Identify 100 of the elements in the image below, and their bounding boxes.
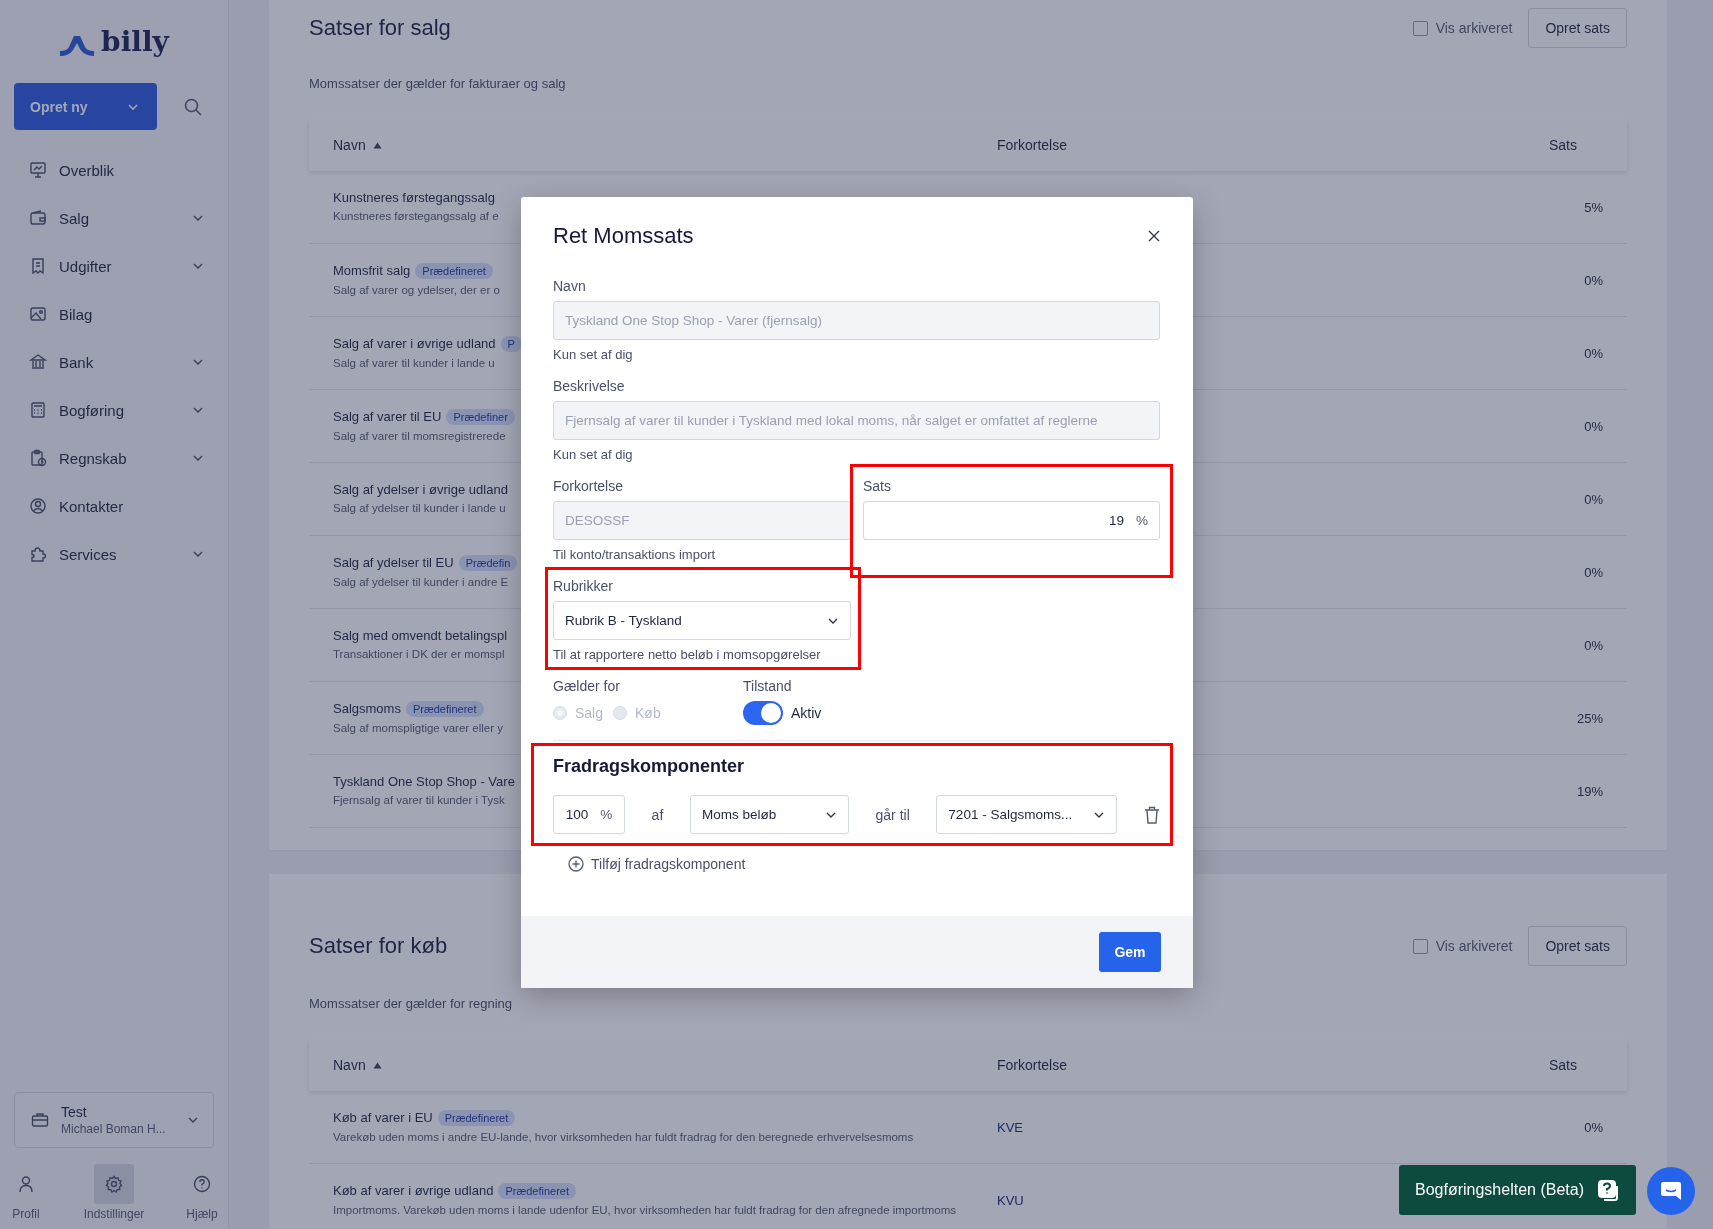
company-name: Test [61, 1104, 88, 1120]
rate-value: 25% [1576, 710, 1603, 726]
rate-value: 0% [1584, 564, 1603, 580]
bottom-nav-item[interactable]: Indstillinger [83, 1164, 145, 1221]
rate-value: 0% [1584, 418, 1603, 434]
logo-mark-icon [59, 34, 96, 56]
create-new-button[interactable]: Opret ny [14, 83, 157, 130]
logo-text: billy [101, 28, 169, 56]
rate-description: Salg af varer og ydelser, der er o [333, 282, 500, 298]
rate-input[interactable]: 19 % [863, 501, 1160, 540]
create-rate-button[interactable]: Opret sats [1528, 8, 1627, 48]
section-title: Satser for køb [309, 933, 448, 959]
person-icon [17, 1175, 35, 1193]
section-title: Satser for salg [309, 15, 451, 41]
sort-ascending-icon [372, 141, 382, 149]
account-select[interactable]: 7201 - Salgsmoms... [936, 795, 1118, 834]
receipt-icon [29, 257, 47, 275]
nav-item[interactable]: Salg [14, 194, 214, 242]
question-bubble-icon [1596, 1178, 1620, 1202]
predefined-tag: Prædefineret [498, 1182, 576, 1199]
bottom-nav-item[interactable]: Hjælp [182, 1164, 222, 1221]
nav-item[interactable]: Bilag [14, 290, 214, 338]
of-label: af [651, 806, 664, 823]
active-toggle[interactable] [743, 701, 783, 725]
rate-description: Kunstneres førstegangssalg af e [333, 209, 499, 224]
field-hint: Kun set af dig [553, 346, 634, 364]
rate-abbreviation: KVE [997, 1119, 1023, 1135]
column-header: Sats [1548, 1057, 1578, 1073]
column-header[interactable]: Navn [333, 137, 997, 153]
nav-item[interactable]: Services [14, 530, 214, 578]
field-hint: Kun set af dig [553, 446, 634, 464]
puzzle-icon [29, 545, 47, 563]
wallet-icon [29, 209, 47, 227]
column-header[interactable]: Navn [333, 1057, 997, 1073]
rate-value: 19% [1576, 783, 1603, 799]
show-archived-checkbox[interactable]: Vis arkiveret [1412, 20, 1513, 36]
rate-name: Salg af ydelser i øvrige udland [333, 482, 508, 498]
nav-item[interactable]: Bogføring [14, 386, 214, 434]
close-icon[interactable] [1148, 230, 1160, 242]
percent-input[interactable]: 100 % [553, 795, 625, 834]
rate-value: 0% [1584, 637, 1603, 653]
briefcase-icon [31, 1112, 49, 1128]
predefined-tag: Prædefineret [415, 262, 493, 279]
rate-value: 0% [1584, 491, 1603, 507]
assistant-button[interactable]: Bogføringshelten (Beta) [1399, 1165, 1636, 1215]
rate-name: Salg af varer til EU [333, 409, 442, 425]
show-archived-checkbox[interactable]: Vis arkiveret [1412, 938, 1513, 954]
rate-name: Tyskland One Stop Shop - Vare [333, 774, 515, 790]
base-select[interactable]: Moms beløb [689, 795, 849, 834]
rate-name: Salg af varer i øvrige udland [333, 336, 496, 352]
field-label: Forkortelse [553, 477, 625, 495]
trash-icon[interactable] [1143, 805, 1160, 824]
calculator-icon [29, 401, 47, 419]
section-subtitle: Momssatser der gælder for regning [309, 996, 514, 1011]
rate-name: Salgsmoms [333, 701, 401, 717]
gear-icon [105, 1175, 123, 1193]
nav-item[interactable]: Bank [14, 338, 214, 386]
predefined-tag: Prædefineret [437, 1109, 516, 1126]
chat-icon [1660, 1181, 1682, 1201]
help-icon [193, 1175, 211, 1193]
create-rate-button[interactable]: Opret sats [1528, 926, 1627, 966]
rate-value: 0% [1584, 1119, 1603, 1135]
nav-item[interactable]: Regnskab [14, 434, 214, 482]
rate-description: Varekøb uden moms i andre EU-lande, hvor virksomheden har fuldt fradrag for den beregnede erhvervelsesmoms [333, 1129, 914, 1145]
column-header: Sats [1548, 137, 1578, 153]
column-header: Forkortelse [997, 1057, 1069, 1073]
rate-description: Salg af ydelser til kunder i lande u [333, 501, 506, 516]
nav-item[interactable]: Udgifter [14, 242, 214, 290]
rate-name: Køb af varer i EU [333, 1110, 433, 1126]
rate-name: Salg af ydelser til EU [333, 555, 454, 571]
rate-name: Momsfrit salg [333, 263, 411, 279]
section-subtitle: Momssatser der gælder for fakturaer og salg [309, 76, 567, 91]
image-icon [29, 305, 47, 323]
search-icon[interactable] [183, 96, 203, 117]
field-hint: Til at rapportere netto beløb i momsopgørelser [553, 646, 822, 664]
save-button[interactable]: Gem [1099, 932, 1161, 972]
bottom-nav-item[interactable]: Profil [6, 1164, 46, 1221]
predefined-tag: Prædefineret [405, 700, 484, 717]
rate-description: Salg af momspligtige varer eller y [333, 720, 503, 736]
field-label: Navn [553, 277, 587, 295]
rate-value: 0% [1584, 345, 1603, 361]
goes-to-label: går til [875, 806, 910, 823]
presentation-icon [29, 161, 47, 179]
rate-description: Importmoms. Varekøb uden moms i lande udenfor EU, hvor virksomheden har fuldt fradrag for den afregnede importmoms [333, 1202, 956, 1218]
predefined-tag: Prædefin [458, 554, 518, 571]
add-deduction-link[interactable]: Tilføj fradragskomponent [568, 856, 746, 872]
section-heading: Fradragskomponenter [553, 756, 746, 777]
predefined-tag: Prædefiner [446, 408, 515, 425]
clipboard-icon [29, 449, 47, 467]
plus-circle-icon [568, 856, 584, 872]
nav-item[interactable]: Overblik [14, 146, 214, 194]
user-circle-icon [29, 497, 47, 515]
column-header: Forkortelse [997, 137, 1069, 153]
rate-name: Salg med omvendt betalingspl [333, 628, 508, 644]
company-switcher[interactable]: Test Michael Boman H... [14, 1092, 214, 1148]
box-select[interactable]: Rubrik B - Tyskland [553, 601, 851, 640]
field-label: Rubrikker [553, 577, 614, 595]
field-hint: Til konto/transaktions import [553, 546, 717, 564]
nav-item[interactable]: Kontakter [14, 482, 214, 530]
sort-ascending-icon [372, 1061, 382, 1069]
